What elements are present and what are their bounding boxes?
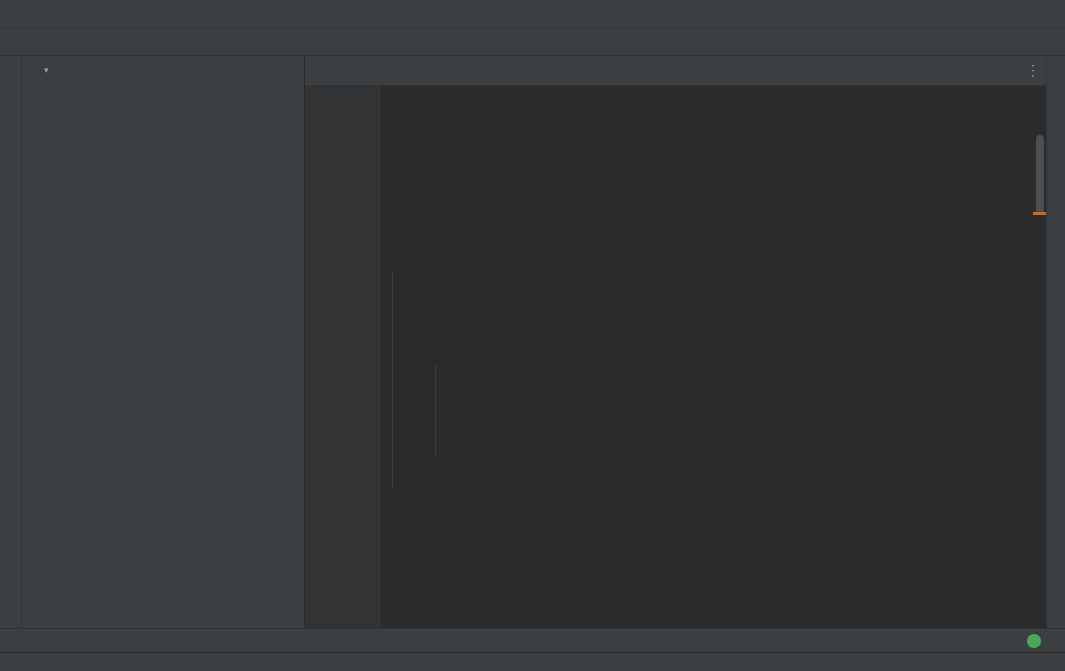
project-tool-window: ▾	[22, 56, 305, 628]
maximize-button[interactable]	[973, 0, 1019, 28]
ide-window: { "palette": { "accent_blue": "#4a88c7",…	[0, 0, 1065, 671]
title-bar	[0, 0, 1065, 28]
main-area: ▾ ⋮	[0, 56, 1065, 628]
project-tree	[22, 84, 304, 628]
event-log-button[interactable]	[1027, 633, 1065, 648]
left-tool-stripe	[0, 56, 22, 628]
warning-stripe-mark[interactable]	[1033, 212, 1046, 215]
project-header: ▾	[22, 56, 304, 84]
tab-options-icon[interactable]: ⋮	[1026, 62, 1040, 79]
editor-scrollbar[interactable]	[1036, 135, 1044, 215]
indent-guide	[392, 272, 393, 489]
right-tool-stripe	[1046, 56, 1065, 628]
editor-column: ⋮	[305, 56, 1046, 628]
code-editor[interactable]	[305, 86, 1046, 628]
tool-window-bar	[0, 628, 1065, 652]
editor-tab-bar: ⋮	[305, 56, 1046, 86]
editor-gutter	[305, 86, 379, 628]
status-bar	[0, 652, 1065, 671]
indent-guide	[435, 365, 436, 458]
window-controls	[927, 0, 1065, 28]
project-view-caret-icon[interactable]: ▾	[44, 65, 49, 76]
minimize-button[interactable]	[927, 0, 973, 28]
close-button[interactable]	[1019, 0, 1065, 28]
navigation-toolbar	[0, 28, 1065, 56]
event-log-badge	[1027, 633, 1041, 648]
